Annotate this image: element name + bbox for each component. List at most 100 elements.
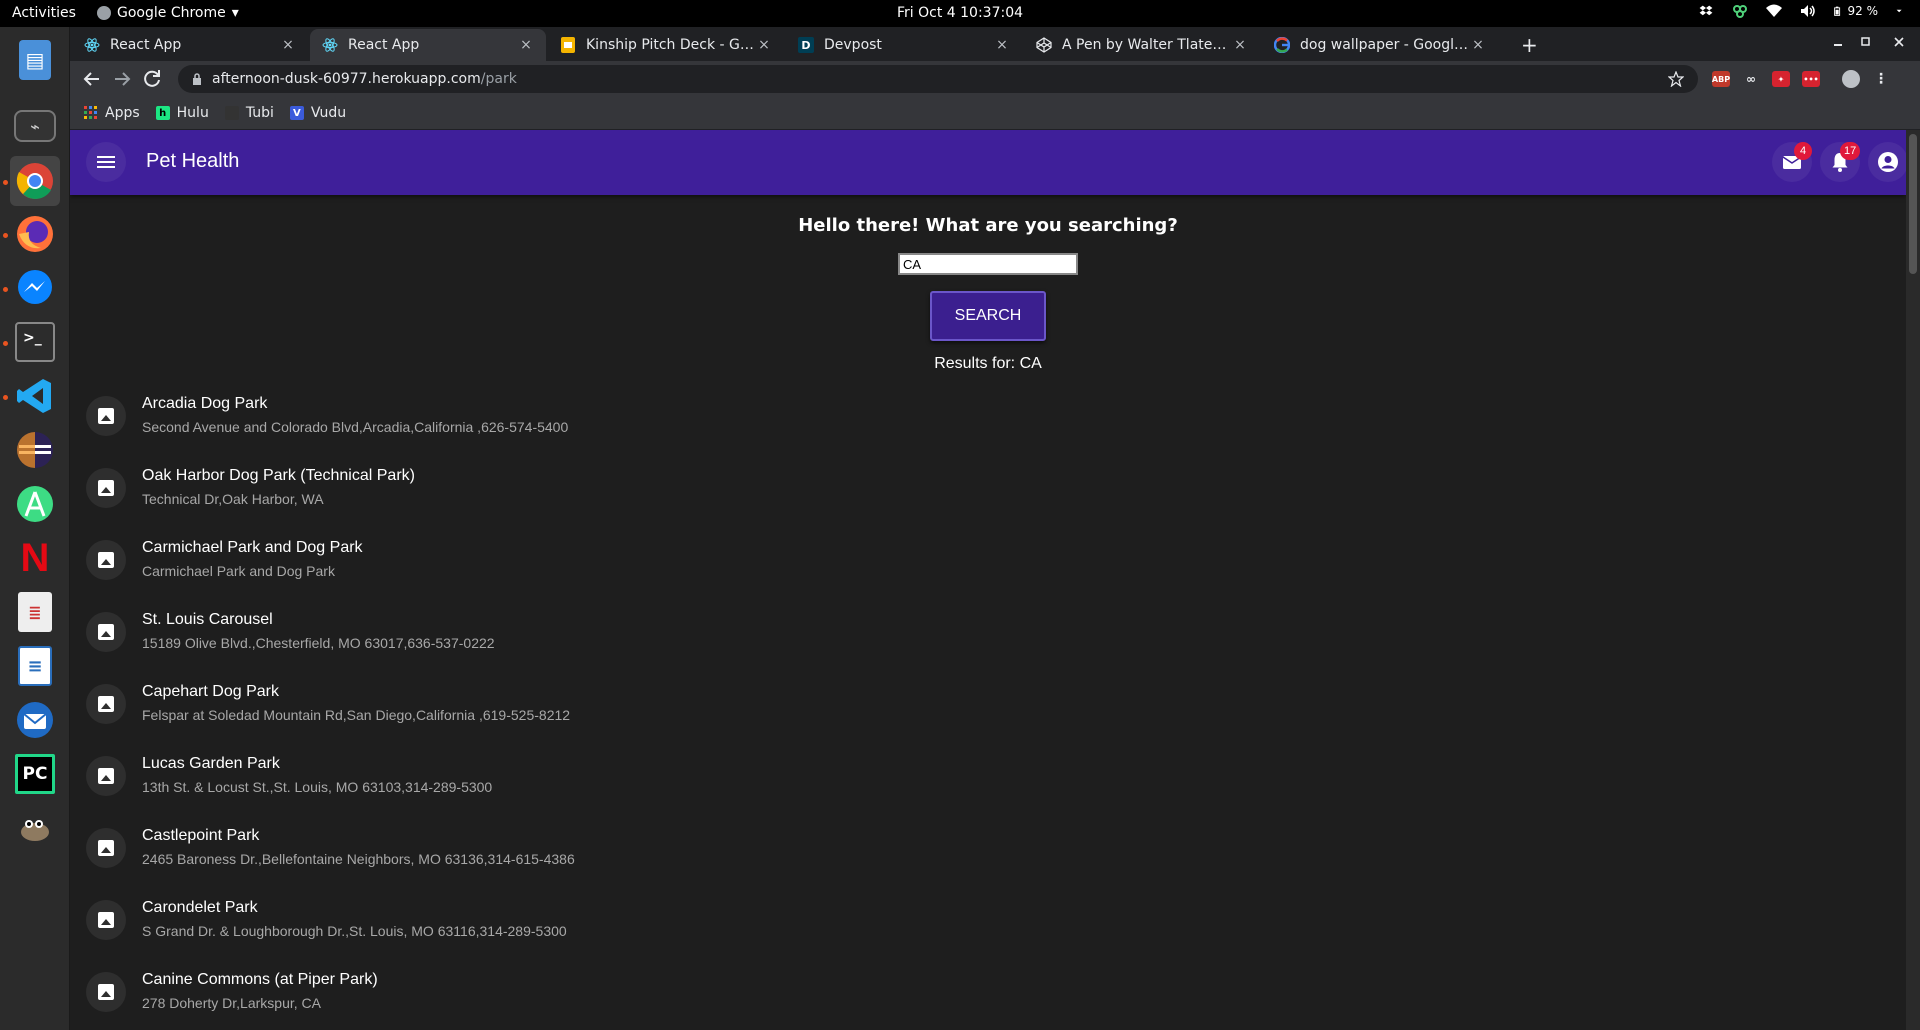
dock-netflix[interactable]: N	[10, 533, 60, 583]
list-item[interactable]: Castlepoint Park 2465 Baroness Dr.,Belle…	[70, 815, 1906, 887]
park-name: Oak Harbor Dog Park (Technical Park)	[142, 467, 415, 484]
list-item[interactable]: Carmichael Park and Dog Park Carmichael …	[70, 527, 1906, 599]
bookmark-star-icon[interactable]	[1668, 71, 1684, 87]
dock-eclipse[interactable]	[10, 425, 60, 475]
list-item[interactable]: Arcadia Dog Park Second Avenue and Color…	[70, 383, 1906, 455]
list-item[interactable]: Lucas Garden Park 13th St. & Locust St.,…	[70, 743, 1906, 815]
bookmark-label: Apps	[105, 105, 140, 121]
profile-avatar-icon[interactable]	[1842, 70, 1860, 88]
messenger-icon	[18, 270, 52, 304]
dock-terminal[interactable]: >_	[10, 317, 60, 367]
lastpass-icon[interactable]: •••	[1802, 71, 1820, 87]
bookmark-tubi[interactable]: Tubi	[224, 105, 274, 121]
dock-messenger[interactable]	[10, 263, 60, 313]
park-name: Arcadia Dog Park	[142, 395, 268, 412]
search-button[interactable]: SEARCH	[930, 291, 1046, 341]
extension-icon[interactable]: ✦	[1772, 71, 1790, 87]
dock-vscode[interactable]	[10, 371, 60, 421]
page-content: Pet Health 4 17 Hello there! What are yo…	[70, 130, 1906, 1030]
url-host: afternoon-dusk-60977.herokuapp.com	[212, 71, 481, 87]
back-icon[interactable]	[80, 67, 104, 91]
wifi-icon[interactable]	[1765, 4, 1782, 18]
park-address: S Grand Dr. & Loughborough Dr.,St. Louis…	[142, 923, 567, 939]
devpost-icon: D	[798, 37, 814, 53]
tab-react-app-2[interactable]: React App ×	[310, 29, 546, 61]
close-icon[interactable]: ×	[518, 37, 534, 53]
park-name: St. Louis Carousel	[142, 611, 273, 628]
maximize-icon[interactable]	[1859, 35, 1871, 49]
vudu-icon: V	[289, 106, 304, 120]
close-icon[interactable]: ×	[994, 37, 1010, 53]
recycle-icon[interactable]	[1732, 4, 1748, 18]
address-bar[interactable]: afternoon-dusk-60977.herokuapp.com/park	[178, 65, 1698, 93]
volume-icon[interactable]	[1800, 4, 1816, 18]
page-scrollbar[interactable]	[1906, 130, 1920, 1030]
power-menu-icon[interactable]	[1896, 4, 1906, 18]
dock-android-studio[interactable]	[10, 479, 60, 529]
search-input[interactable]	[898, 253, 1078, 275]
bookmark-apps[interactable]: Apps	[84, 105, 140, 121]
dock-files[interactable]: ▤	[10, 35, 60, 85]
tab-codepen[interactable]: A Pen by Walter Tlatenchi ×	[1024, 29, 1260, 61]
list-item[interactable]: St. Louis Carousel 15189 Olive Blvd.,Che…	[70, 599, 1906, 671]
dock-gimp[interactable]	[10, 803, 60, 853]
slides-icon	[560, 37, 576, 53]
menu-button[interactable]	[86, 142, 126, 182]
park-address: 278 Doherty Dr,Larkspur, CA	[142, 995, 321, 1011]
reload-icon[interactable]	[140, 67, 164, 91]
list-item[interactable]: Carondelet Park S Grand Dr. & Loughborou…	[70, 887, 1906, 959]
dock-pycharm[interactable]: PC	[10, 749, 60, 799]
dock-libreoffice-writer[interactable]: ≡	[10, 641, 60, 691]
tab-devpost[interactable]: D Devpost ×	[786, 29, 1022, 61]
dropbox-icon[interactable]	[1698, 4, 1714, 18]
close-window-icon[interactable]	[1893, 35, 1905, 49]
list-item[interactable]: Capehart Dog Park Felspar at Soledad Mou…	[70, 671, 1906, 743]
tab-kinship-pitch-deck[interactable]: Kinship Pitch Deck - Goog ×	[548, 29, 784, 61]
new-tab-button[interactable]: +	[1521, 33, 1538, 57]
bookmark-label: Tubi	[245, 105, 274, 121]
codepen-icon	[1036, 37, 1052, 53]
tab-react-app-1[interactable]: React App ×	[72, 29, 308, 61]
activities-button[interactable]: Activities	[12, 5, 76, 21]
bookmark-vudu[interactable]: V Vudu	[289, 105, 346, 121]
dock-document-viewer[interactable]: ≣	[10, 587, 60, 637]
vscode-icon	[17, 379, 51, 413]
close-icon[interactable]: ×	[1232, 37, 1248, 53]
more-vert-icon[interactable]: ⋮	[1872, 71, 1890, 87]
dock-firefox[interactable]	[10, 209, 60, 259]
list-item[interactable]: Oak Harbor Dog Park (Technical Park) Tec…	[70, 455, 1906, 527]
battery-indicator[interactable]: 92 %	[1833, 4, 1878, 18]
notifications-button[interactable]: 17	[1820, 142, 1861, 182]
tab-title: React App	[348, 37, 420, 53]
battery-icon	[1833, 6, 1840, 16]
close-icon[interactable]: ×	[756, 37, 772, 53]
browser-window: React App × React App × Kinship Pitch De…	[70, 27, 1920, 130]
dock-thunderbird[interactable]	[10, 695, 60, 745]
chrome-icon	[16, 163, 53, 199]
scrollbar-thumb[interactable]	[1909, 134, 1917, 274]
clock[interactable]: Fri Oct 4 10:37:04	[0, 5, 1920, 21]
dock-chrome[interactable]	[10, 156, 60, 206]
minimize-icon[interactable]	[1832, 35, 1844, 49]
close-icon[interactable]: ×	[1470, 37, 1486, 53]
avatar	[86, 468, 126, 508]
park-address: Felspar at Soledad Mountain Rd,San Diego…	[142, 707, 571, 723]
park-name: Castlepoint Park	[142, 827, 260, 844]
app-menu[interactable]: Google Chrome ▾	[97, 5, 239, 21]
bookmark-hulu[interactable]: h Hulu	[155, 105, 209, 121]
react-icon	[84, 37, 100, 53]
close-icon[interactable]: ×	[280, 37, 296, 53]
glasses-extension-icon[interactable]: ∞	[1742, 71, 1760, 87]
dock-system-monitor[interactable]: ⌁	[10, 101, 60, 151]
mail-button[interactable]: 4	[1772, 142, 1812, 182]
list-item[interactable]: Canine Commons (at Piper Park) 278 Doher…	[70, 959, 1906, 1030]
adblock-icon[interactable]: ABP	[1712, 71, 1730, 87]
system-tray[interactable]: 92 %	[1698, 4, 1907, 18]
account-button[interactable]	[1868, 142, 1906, 182]
forward-icon[interactable]	[110, 67, 134, 91]
lock-icon[interactable]	[192, 73, 202, 85]
tab-title: Devpost	[824, 37, 882, 53]
search-heading: Hello there! What are you searching?	[798, 215, 1178, 236]
system-top-bar: Activities Google Chrome ▾ Fri Oct 4 10:…	[0, 0, 1920, 27]
tab-dog-wallpaper[interactable]: dog wallpaper - Google Se ×	[1262, 29, 1498, 61]
